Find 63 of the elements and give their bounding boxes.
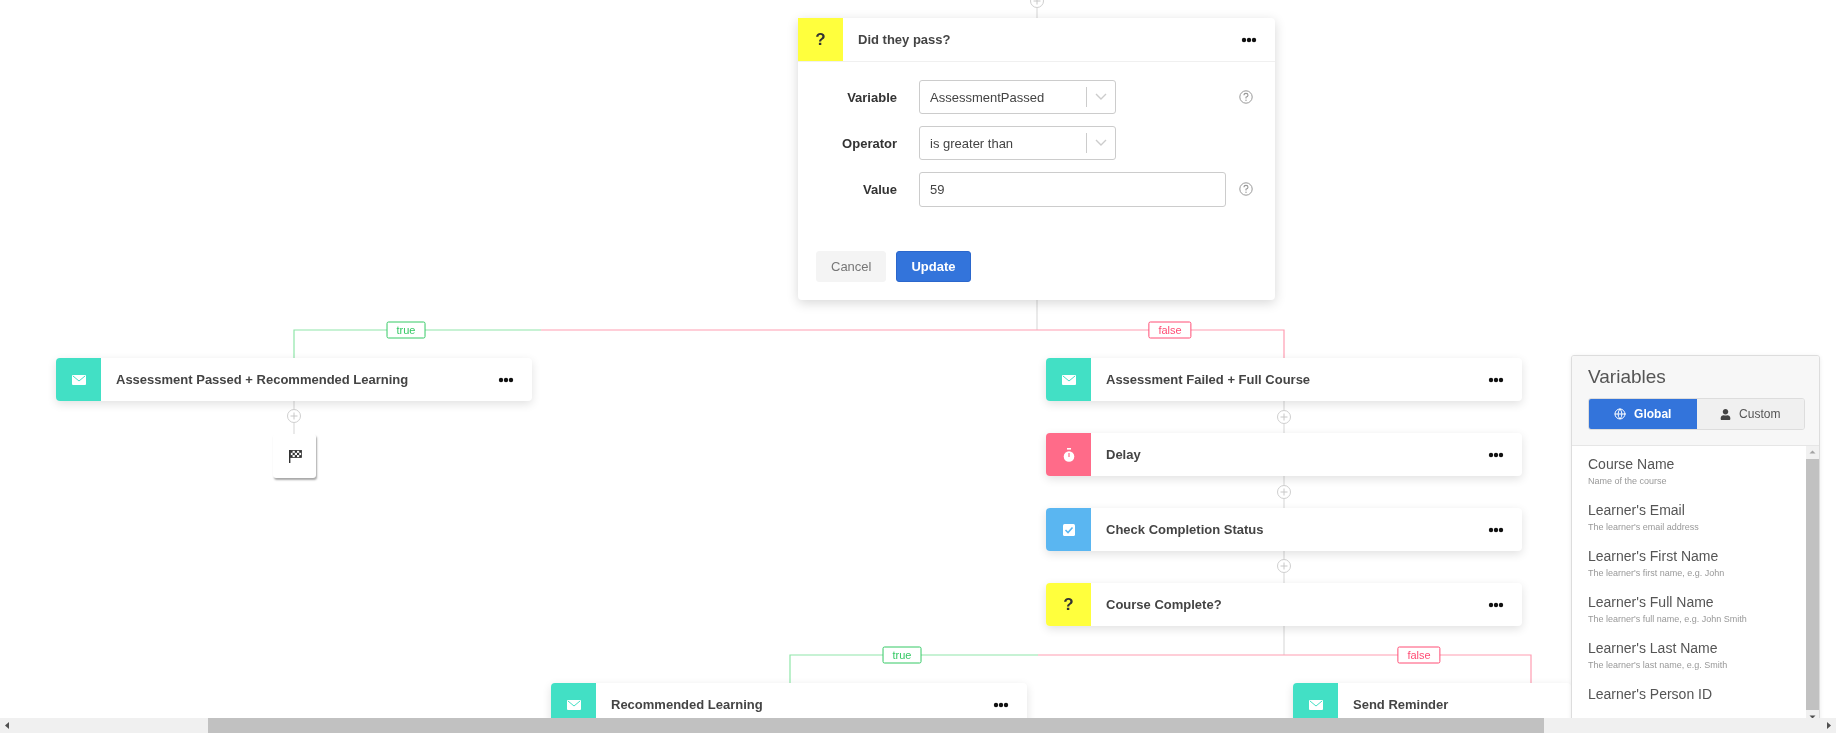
add-step-button[interactable] (1277, 410, 1291, 424)
question-mark: ? (1063, 594, 1074, 615)
envelope-icon (566, 699, 581, 710)
panel-title: Variables (1588, 366, 1667, 388)
select-field[interactable]: AssessmentPassed (919, 80, 1116, 114)
flow-step-card[interactable]: Assessment Passed + Recommended Learning (56, 358, 532, 401)
step-title: Delay (1105, 447, 1142, 462)
branch-label: false (1397, 646, 1441, 664)
globe-icon (1614, 408, 1627, 420)
field-label: Operator (841, 135, 897, 151)
tab[interactable]: Custom (1696, 399, 1804, 429)
flow-step-card[interactable]: Delay (1046, 433, 1522, 476)
variable-name[interactable]: Learner's Email (1588, 502, 1806, 518)
flow-step-card[interactable]: Send Reminder (1293, 683, 1571, 718)
step-title: Send Reminder (1352, 697, 1450, 712)
question-mark: ? (815, 29, 826, 50)
variable-description: The learner's email address (1588, 522, 1700, 532)
envelope-icon (1308, 699, 1323, 710)
tab-label: Custom (1739, 407, 1781, 421)
flow-step-card[interactable]: Check Completion Status (1046, 508, 1522, 551)
end-step-card[interactable] (273, 434, 316, 478)
horizontal-scrollbar[interactable] (0, 718, 1836, 733)
variable-description: The learner's full name, e.g. John Smith (1588, 614, 1748, 624)
flow-step-card[interactable]: Recommended Learning (551, 683, 1027, 718)
step-title: Check Completion Status (1105, 522, 1265, 537)
add-step-button[interactable] (287, 409, 301, 423)
scrollbar[interactable] (1806, 446, 1819, 718)
variable-description: Name of the course (1588, 476, 1668, 486)
step-title: Recommended Learning (610, 697, 764, 712)
step-title: Assessment Failed + Full Course (1105, 372, 1312, 387)
help-icon[interactable] (1239, 90, 1253, 104)
user-icon (1720, 408, 1732, 420)
variable-name[interactable]: Learner's Full Name (1588, 594, 1806, 610)
field-label: Variable (846, 89, 897, 105)
variable-name[interactable]: Learner's First Name (1588, 548, 1806, 564)
cancel-button[interactable]: Cancel (816, 251, 887, 282)
variable-description: The learner's first name, e.g. John (1588, 568, 1726, 578)
variable-name[interactable]: Learner's Last Name (1588, 640, 1806, 656)
flow-step-card[interactable]: Assessment Failed + Full Course (1046, 358, 1522, 401)
flow-step-card[interactable]: ? Course Complete? (1046, 583, 1522, 626)
tab-label: Global (1634, 407, 1672, 421)
stopwatch-icon (1062, 447, 1075, 462)
variable-name[interactable]: Learner's Person ID (1588, 686, 1806, 702)
branch-label: true (386, 321, 426, 339)
add-step-button[interactable] (1277, 559, 1291, 573)
step-title: Assessment Passed + Recommended Learning (115, 372, 410, 387)
help-icon[interactable] (1239, 182, 1253, 196)
variable-description: The learner's last name, e.g. Smith (1588, 660, 1729, 670)
step-title: Course Complete? (1105, 597, 1223, 612)
field-label: Value (862, 181, 897, 197)
tab[interactable]: Global (1589, 399, 1697, 429)
branch-label: false (1148, 321, 1192, 339)
dialog-title: Did they pass? (857, 32, 952, 47)
envelope-icon (71, 374, 86, 385)
branch-label: true (882, 646, 922, 664)
finish-flag-icon (287, 449, 302, 463)
variable-name[interactable]: Course Name (1588, 456, 1806, 472)
add-step-button[interactable] (1277, 485, 1291, 499)
envelope-icon (1061, 374, 1076, 385)
input-field[interactable]: 59 (919, 171, 1226, 207)
select-field[interactable]: is greater than (919, 126, 1116, 160)
checkbox-icon (1062, 523, 1075, 536)
update-button[interactable]: Update (896, 251, 971, 282)
